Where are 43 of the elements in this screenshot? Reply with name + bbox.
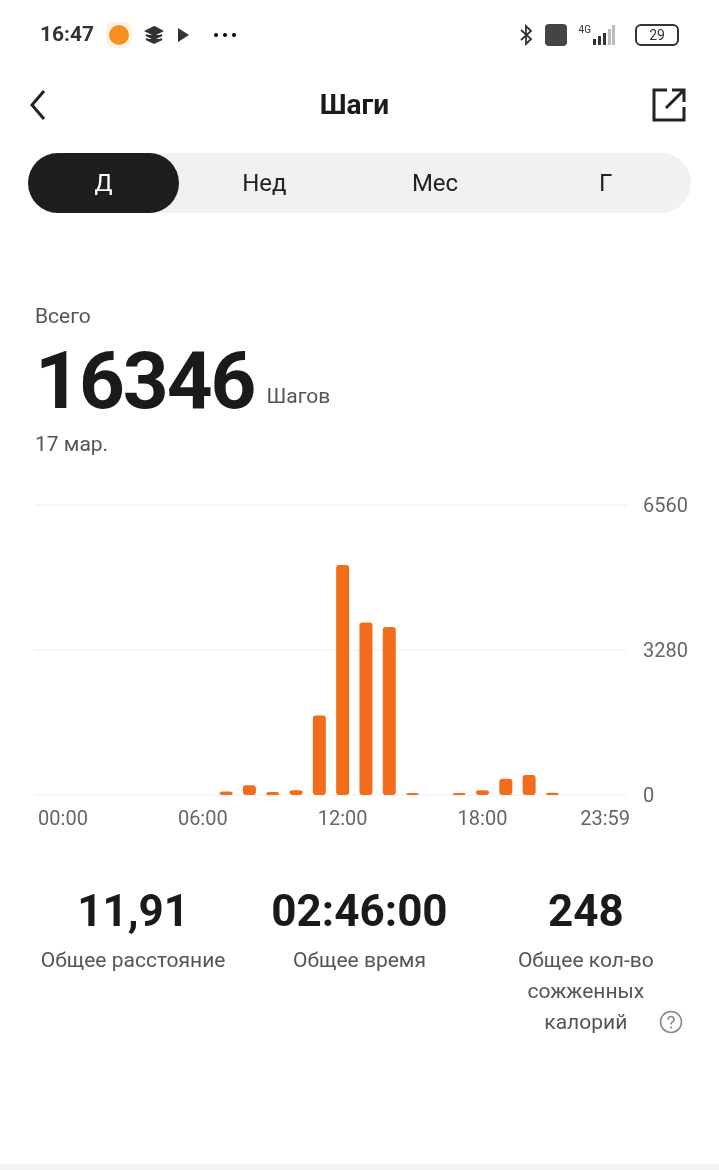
bar	[545, 792, 559, 795]
bar	[266, 791, 280, 795]
bar	[499, 778, 513, 795]
bar	[289, 790, 303, 795]
x-tick-label: 23:59	[580, 806, 630, 830]
bluetooth-icon	[518, 24, 533, 46]
stat-label: Общее время	[293, 947, 426, 974]
app-icon	[106, 22, 133, 48]
status-time: 16:47	[40, 21, 95, 49]
x-tick-label: 00:00	[38, 806, 88, 830]
y-tick-label: 3280	[643, 638, 688, 662]
total-label: Всего	[35, 303, 92, 330]
bar	[219, 791, 233, 795]
stat-label: Общее расстояние	[40, 947, 226, 974]
network-type: 4G	[578, 25, 591, 35]
y-tick-label: 0	[643, 783, 655, 807]
stat-value: 248	[547, 885, 624, 937]
signal-icon	[593, 25, 615, 45]
step-count: 16346	[35, 336, 255, 425]
stat-value: 02:46:00	[271, 885, 448, 937]
battery-icon: 29	[635, 24, 679, 46]
period-tab[interactable]: Мес	[349, 153, 521, 213]
page-title: Шаги	[319, 87, 390, 123]
help-icon[interactable]	[658, 1010, 683, 1034]
x-tick-label: 18:00	[457, 806, 508, 830]
bar	[476, 790, 489, 795]
date-label: 17 мар.	[35, 430, 110, 458]
period-tab[interactable]: Нед	[179, 153, 350, 213]
period-tab[interactable]: Г	[520, 153, 691, 213]
bar	[242, 785, 256, 795]
step-unit: Шагов	[266, 383, 331, 410]
back-icon	[30, 89, 46, 121]
bar	[522, 775, 536, 795]
stat-label: Общее кол-во сожженных калорий	[516, 947, 655, 1036]
period-tab[interactable]: Д	[28, 153, 179, 213]
x-tick-label: 06:00	[177, 806, 228, 830]
x-tick-label: 12:00	[317, 806, 368, 830]
layers-icon	[144, 25, 165, 45]
y-tick-label: 6560	[643, 493, 688, 517]
play-icon	[176, 27, 191, 43]
share-icon	[651, 87, 687, 123]
stat-value: 11,91	[77, 885, 190, 937]
more-icon	[214, 33, 237, 37]
